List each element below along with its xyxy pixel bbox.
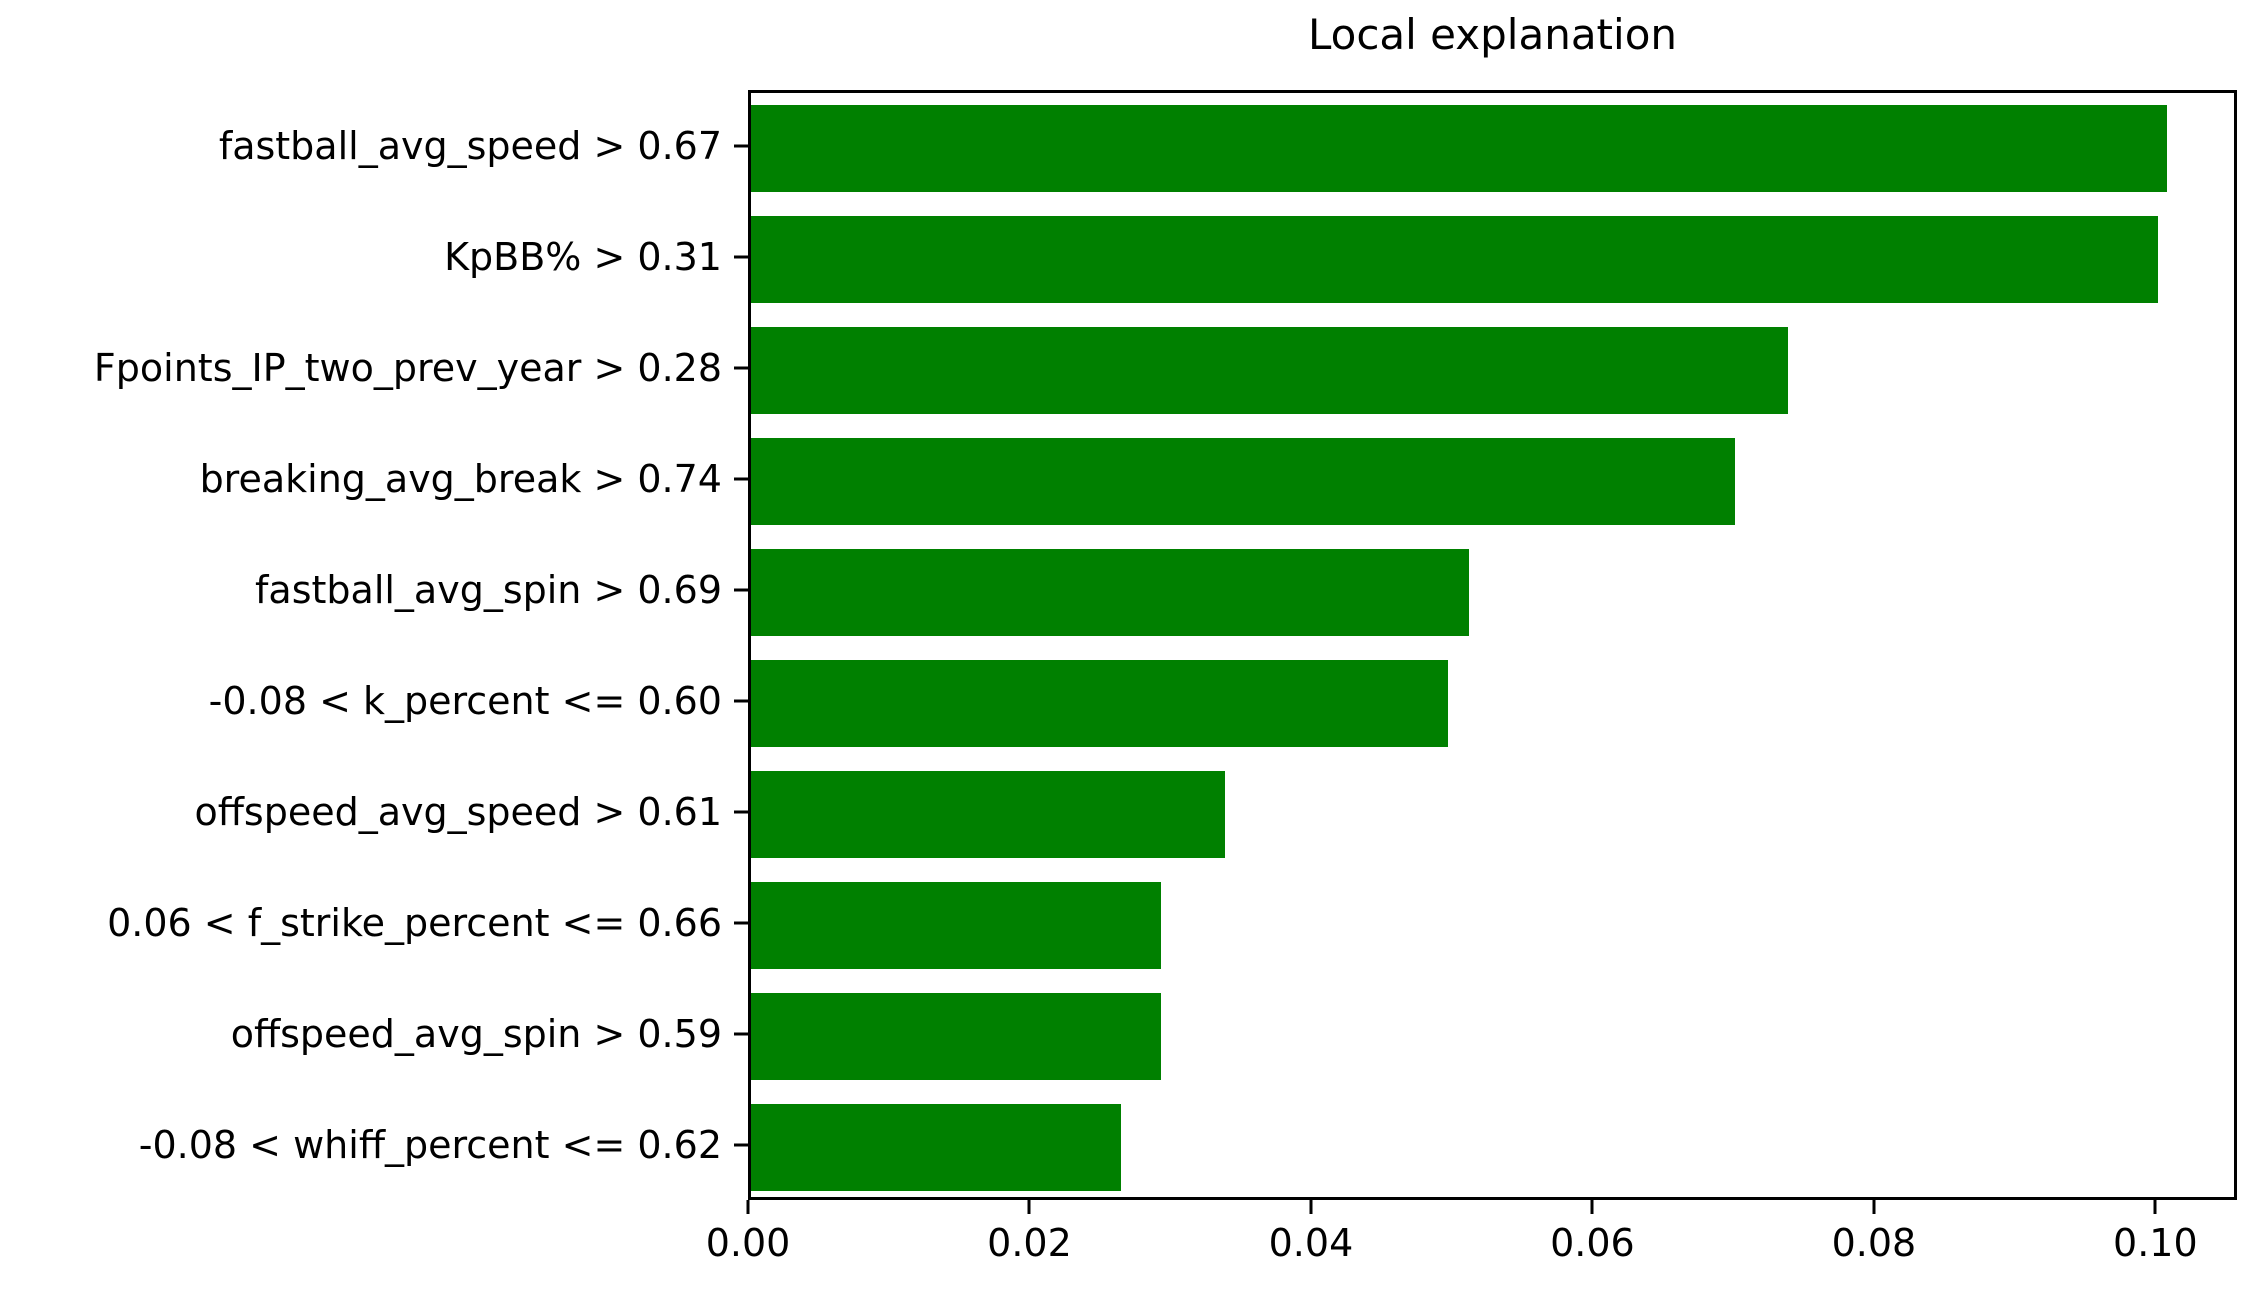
y-axis-tick-label: KpBB% > 0.31 xyxy=(444,234,722,279)
x-axis-tick-label: 0.08 xyxy=(1831,1221,1917,1265)
x-axis-tick-label: 0.06 xyxy=(1550,1221,1635,1265)
y-axis-tick-mark xyxy=(734,477,748,480)
y-axis-tick-mark xyxy=(734,699,748,702)
y-axis-tick-mark xyxy=(734,588,748,591)
bar xyxy=(751,549,1469,636)
x-axis-tick-mark xyxy=(1872,1200,1876,1214)
y-axis-tick-mark xyxy=(734,1032,748,1035)
x-axis-tick-label: 0.10 xyxy=(2113,1221,2198,1265)
bar xyxy=(751,1104,1122,1191)
y-axis-tick-label: -0.08 < k_percent <= 0.60 xyxy=(208,678,722,723)
y-axis-tick-mark xyxy=(734,144,748,147)
bar xyxy=(751,327,1789,414)
y-axis-tick-label: breaking_avg_break > 0.74 xyxy=(199,456,722,501)
y-axis-tick-layer: fastball_avg_speed > 0.67 KpBB% > 0.31 Fpo… xyxy=(0,90,748,1200)
y-axis-tick-mark xyxy=(734,810,748,813)
chart-title: Local explanation xyxy=(1307,10,1678,59)
x-axis-tick-mark xyxy=(1309,1200,1313,1214)
y-axis-tick-mark xyxy=(734,366,748,369)
bar xyxy=(751,660,1448,747)
x-axis-tick-mark xyxy=(746,1200,750,1214)
bars-layer xyxy=(751,93,2234,1197)
bar xyxy=(751,882,1161,969)
bar xyxy=(751,105,2167,192)
plot-area xyxy=(748,90,2237,1200)
y-axis-tick-label: fastball_avg_speed > 0.67 xyxy=(218,123,722,168)
y-axis-tick-mark xyxy=(734,1143,748,1146)
x-axis-tick-layer: 0.00 0.02 0.04 0.06 0.08 0.10 xyxy=(706,1200,2237,1300)
figure-canvas: Local explanation fastball_avg_speed > 0… xyxy=(0,0,2265,1300)
y-axis-tick-label: 0.06 < f_strike_percent <= 0.66 xyxy=(107,900,722,945)
x-axis-tick-mark xyxy=(2153,1200,2157,1214)
bar xyxy=(751,216,2159,303)
x-axis-tick-label: 0.02 xyxy=(987,1221,1072,1265)
y-axis-tick-mark xyxy=(734,921,748,924)
y-axis-tick-mark xyxy=(734,255,748,258)
y-axis-tick-label: -0.08 < whiff_percent <= 0.62 xyxy=(138,1122,722,1167)
x-axis-tick-mark xyxy=(1027,1200,1031,1214)
y-axis-tick-label: Fpoints_IP_two_prev_year > 0.28 xyxy=(93,345,722,390)
x-axis-tick-label: 0.00 xyxy=(705,1221,791,1265)
x-axis-tick-label: 0.04 xyxy=(1268,1221,1354,1265)
y-axis-tick-label: offspeed_avg_speed > 0.61 xyxy=(194,789,722,834)
y-axis-tick-label: fastball_avg_spin > 0.69 xyxy=(255,567,722,612)
y-axis-tick-label: offspeed_avg_spin > 0.59 xyxy=(230,1011,722,1056)
bar xyxy=(751,771,1226,858)
x-axis-tick-mark xyxy=(1590,1200,1594,1214)
bar xyxy=(751,438,1735,525)
bar xyxy=(751,993,1161,1080)
